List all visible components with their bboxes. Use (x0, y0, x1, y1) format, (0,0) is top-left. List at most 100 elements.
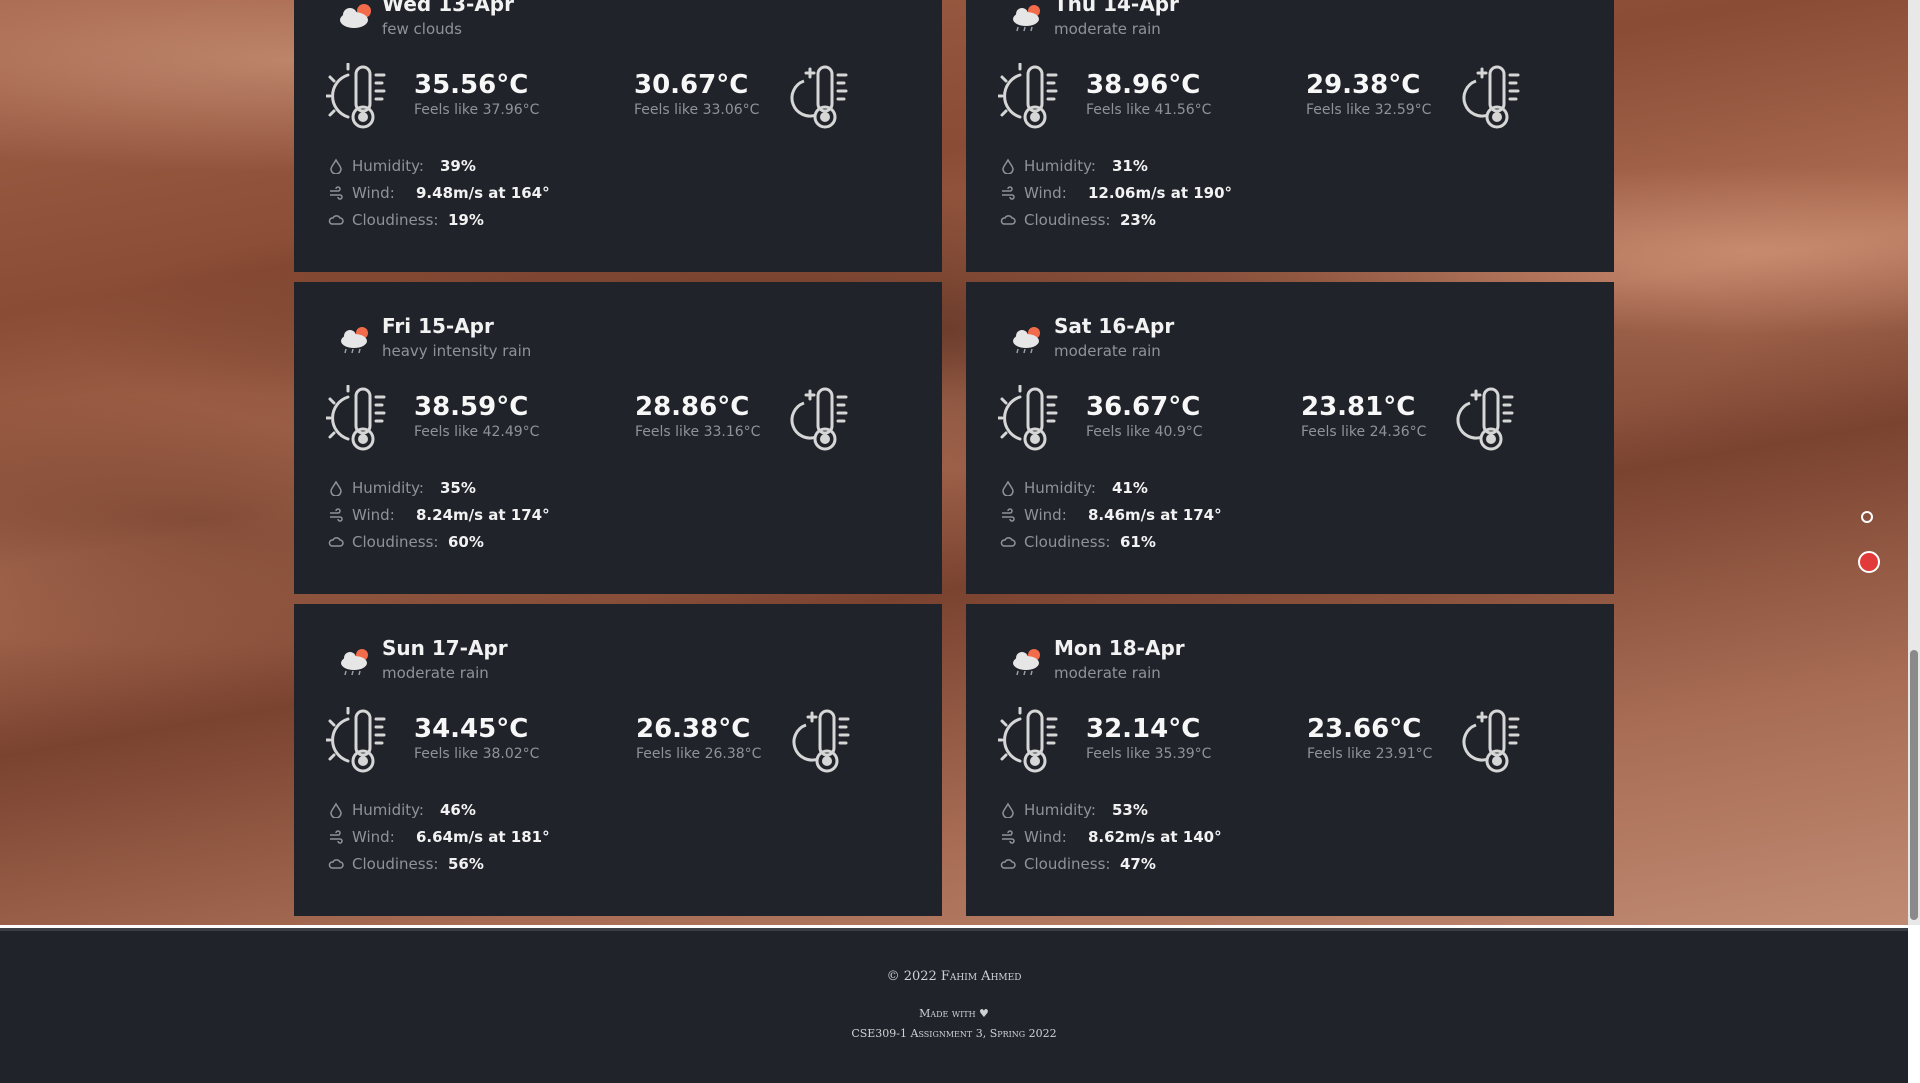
low-temperature: 30.67°C (634, 70, 749, 100)
wind-value: 8.46m/s at 174° (1088, 506, 1222, 524)
humidity-value: 46% (440, 801, 476, 819)
rain-cloud-icon (341, 649, 368, 676)
forecast-day: Sun 17-Apr (382, 636, 508, 660)
cloudiness-label: Cloudiness: (352, 855, 439, 873)
wind-icon (330, 830, 343, 844)
forecast-description: few clouds (382, 20, 462, 38)
scrollbar-thumb[interactable] (1910, 650, 1918, 920)
humidity-label: Humidity: (352, 479, 424, 497)
wind-icon (1002, 186, 1015, 200)
humidity-label: Humidity: (352, 157, 424, 175)
wind-icon (1002, 830, 1015, 844)
wind-label: Wind: (352, 184, 395, 202)
rain-cloud-icon (1013, 5, 1040, 32)
cloudiness-label: Cloudiness: (1024, 855, 1111, 873)
forecast-description: moderate rain (1054, 664, 1161, 682)
low-temperature: 29.38°C (1306, 70, 1421, 100)
cloud-icon (328, 537, 344, 547)
low-feels-like: Feels like 26.38°C (636, 746, 762, 762)
forecast-card-sat: Sat 16-Apr moderate rain 36.67°C Feels l… (966, 282, 1614, 594)
cloudiness-value: 19% (448, 211, 484, 229)
forecast-card-thu: Thu 14-Apr moderate rain 38.96°C Feels l… (966, 0, 1614, 272)
wind-label: Wind: (352, 828, 395, 846)
rain-cloud-icon (1013, 649, 1040, 676)
moon-thermometer-icon (790, 65, 848, 129)
low-feels-like: Feels like 32.59°C (1306, 102, 1432, 118)
high-feels-like: Feels like 40.9°C (1086, 424, 1203, 440)
humidity-icon (1002, 802, 1014, 818)
cloud-icon (328, 859, 344, 869)
forecast-card-mon: Mon 18-Apr moderate rain 32.14°C Feels l… (966, 604, 1614, 916)
moon-thermometer-icon (1462, 65, 1520, 129)
sun-thermometer-icon (998, 707, 1058, 773)
humidity-label: Humidity: (1024, 801, 1096, 819)
wind-value: 8.24m/s at 174° (416, 506, 550, 524)
cloudiness-label: Cloudiness: (1024, 533, 1111, 551)
forecast-card-sun: Sun 17-Apr moderate rain 34.45°C Feels l… (294, 604, 942, 916)
few-clouds-icon (340, 4, 371, 28)
low-temperature: 26.38°C (636, 714, 751, 744)
forecast-description: heavy intensity rain (382, 342, 532, 360)
humidity-label: Humidity: (352, 801, 424, 819)
wind-label: Wind: (1024, 184, 1067, 202)
high-temperature: 35.56°C (414, 70, 529, 100)
moon-thermometer-icon (1456, 387, 1514, 451)
footer-copyright: © 2022 Fahim Ahmed (886, 969, 1022, 984)
humidity-value: 53% (1112, 801, 1148, 819)
section-nav-dot-2-active[interactable] (1858, 551, 1880, 573)
wind-value: 8.62m/s at 140° (1088, 828, 1222, 846)
moon-thermometer-icon (790, 387, 848, 451)
high-feels-like: Feels like 42.49°C (414, 424, 540, 440)
forecast-day: Thu 14-Apr (1054, 0, 1179, 16)
cloudiness-value: 56% (448, 855, 484, 873)
page-scrollbar[interactable] (1908, 0, 1920, 925)
wind-label: Wind: (1024, 506, 1067, 524)
section-nav-dot-1[interactable] (1861, 511, 1873, 523)
wind-value: 12.06m/s at 190° (1088, 184, 1233, 202)
humidity-icon (1002, 480, 1014, 496)
high-feels-like: Feels like 37.96°C (414, 102, 540, 118)
humidity-icon (330, 802, 342, 818)
cloudiness-label: Cloudiness: (1024, 211, 1111, 229)
cloudiness-value: 23% (1120, 211, 1156, 229)
humidity-icon (1002, 158, 1014, 174)
low-temperature: 28.86°C (635, 392, 750, 422)
sun-thermometer-icon (998, 63, 1058, 129)
high-temperature: 34.45°C (414, 714, 529, 744)
rain-cloud-icon (341, 327, 368, 354)
cloud-icon (328, 215, 344, 225)
footer-course: CSE309-1 Assignment 3, Spring 2022 (851, 1027, 1057, 1040)
desert-background (0, 0, 1908, 925)
wind-label: Wind: (352, 506, 395, 524)
sun-thermometer-icon (326, 385, 386, 451)
cloudiness-value: 47% (1120, 855, 1156, 873)
wind-value: 6.64m/s at 181° (416, 828, 550, 846)
wind-icon (330, 508, 343, 522)
wind-icon (330, 186, 343, 200)
forecast-day: Sat 16-Apr (1054, 314, 1175, 338)
cloud-icon (1000, 215, 1016, 225)
humidity-value: 35% (440, 479, 476, 497)
low-temperature: 23.81°C (1301, 392, 1416, 422)
moon-thermometer-icon (792, 709, 850, 773)
humidity-icon (330, 480, 342, 496)
high-feels-like: Feels like 38.02°C (414, 746, 540, 762)
low-temperature: 23.66°C (1307, 714, 1422, 744)
high-temperature: 36.67°C (1086, 392, 1201, 422)
low-feels-like: Feels like 33.06°C (634, 102, 760, 118)
sun-thermometer-icon (326, 63, 386, 129)
humidity-value: 41% (1112, 479, 1148, 497)
cloud-icon (1000, 537, 1016, 547)
low-feels-like: Feels like 33.16°C (635, 424, 761, 440)
humidity-icon (330, 158, 342, 174)
high-feels-like: Feels like 35.39°C (1086, 746, 1212, 762)
low-feels-like: Feels like 24.36°C (1301, 424, 1427, 440)
cloud-icon (1000, 859, 1016, 869)
forecast-description: moderate rain (1054, 20, 1161, 38)
forecast-card-fri: Fri 15-Apr heavy intensity rain 38.59°C … (294, 282, 942, 594)
forecast-day: Mon 18-Apr (1054, 636, 1185, 660)
wind-label: Wind: (1024, 828, 1067, 846)
page-footer: © 2022 Fahim Ahmed Made with ♥ CSE309-1 … (0, 928, 1908, 1083)
cloudiness-label: Cloudiness: (352, 211, 439, 229)
cloudiness-value: 60% (448, 533, 484, 551)
